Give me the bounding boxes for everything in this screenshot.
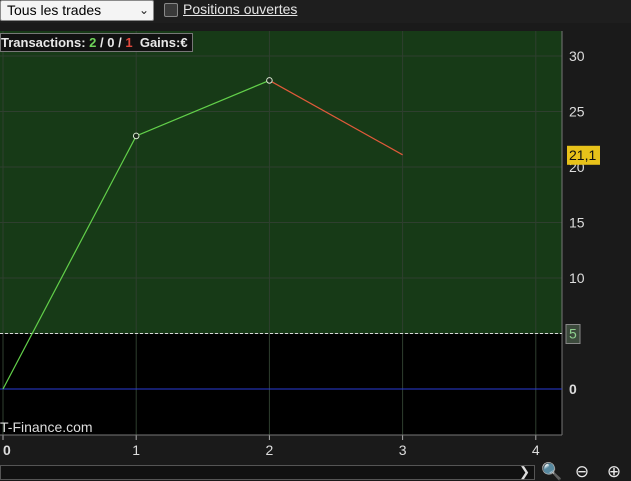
data-point — [266, 77, 273, 84]
neutral-count: 0 — [107, 35, 115, 50]
threshold-label: 5 — [569, 326, 577, 342]
positions-label[interactable]: Positions ouvertes — [183, 1, 297, 17]
equity-chart[interactable]: 0510152025300123421,15 — [0, 0, 631, 481]
y-tick-label: 30 — [569, 48, 585, 64]
chevron-right-icon[interactable]: ❯ — [519, 464, 530, 480]
losses-count: 1 — [125, 35, 133, 50]
positive-zone — [0, 31, 562, 334]
transactions-summary: Transactions: 2 / 0 / 1 Gains:€ — [0, 33, 193, 52]
trade-filter-select[interactable]: Tous les trades ⌄ — [0, 0, 154, 21]
y-tick-label: 10 — [569, 270, 585, 286]
chart-canvas[interactable]: 0510152025300123421,15 — [0, 0, 631, 481]
zoom-in-icon[interactable]: ⊕ — [603, 462, 625, 481]
x-tick-label: 4 — [532, 442, 540, 458]
last-value-label: 21,1 — [569, 147, 596, 163]
y-tick-label: 0 — [569, 381, 577, 397]
trade-filter-value: Tous les trades — [7, 2, 102, 18]
x-tick-label: 0 — [3, 442, 11, 458]
transactions-label: Transactions: — [1, 35, 86, 50]
zoom-reset-icon[interactable]: 🔍 — [541, 462, 563, 481]
positions-checkbox[interactable] — [164, 3, 178, 17]
horizontal-scrollbar[interactable]: ❯ — [0, 464, 535, 480]
separator: / — [100, 35, 104, 50]
gains-currency: € — [180, 35, 188, 50]
chevron-down-icon: ⌄ — [138, 3, 149, 17]
x-tick-label: 3 — [399, 442, 407, 458]
data-point — [132, 132, 140, 140]
gains-label: Gains: — [139, 35, 181, 50]
y-tick-label: 15 — [569, 215, 585, 231]
separator: / — [118, 35, 122, 50]
y-tick-label: 25 — [569, 104, 585, 120]
brand-watermark: T-Finance.com — [0, 419, 93, 435]
x-tick-label: 1 — [132, 442, 140, 458]
toolbar: Tous les trades ⌄ Positions ouvertes — [0, 0, 631, 23]
zoom-out-icon[interactable]: ⊖ — [571, 462, 593, 481]
x-tick-label: 2 — [266, 442, 274, 458]
wins-count: 2 — [89, 35, 97, 50]
